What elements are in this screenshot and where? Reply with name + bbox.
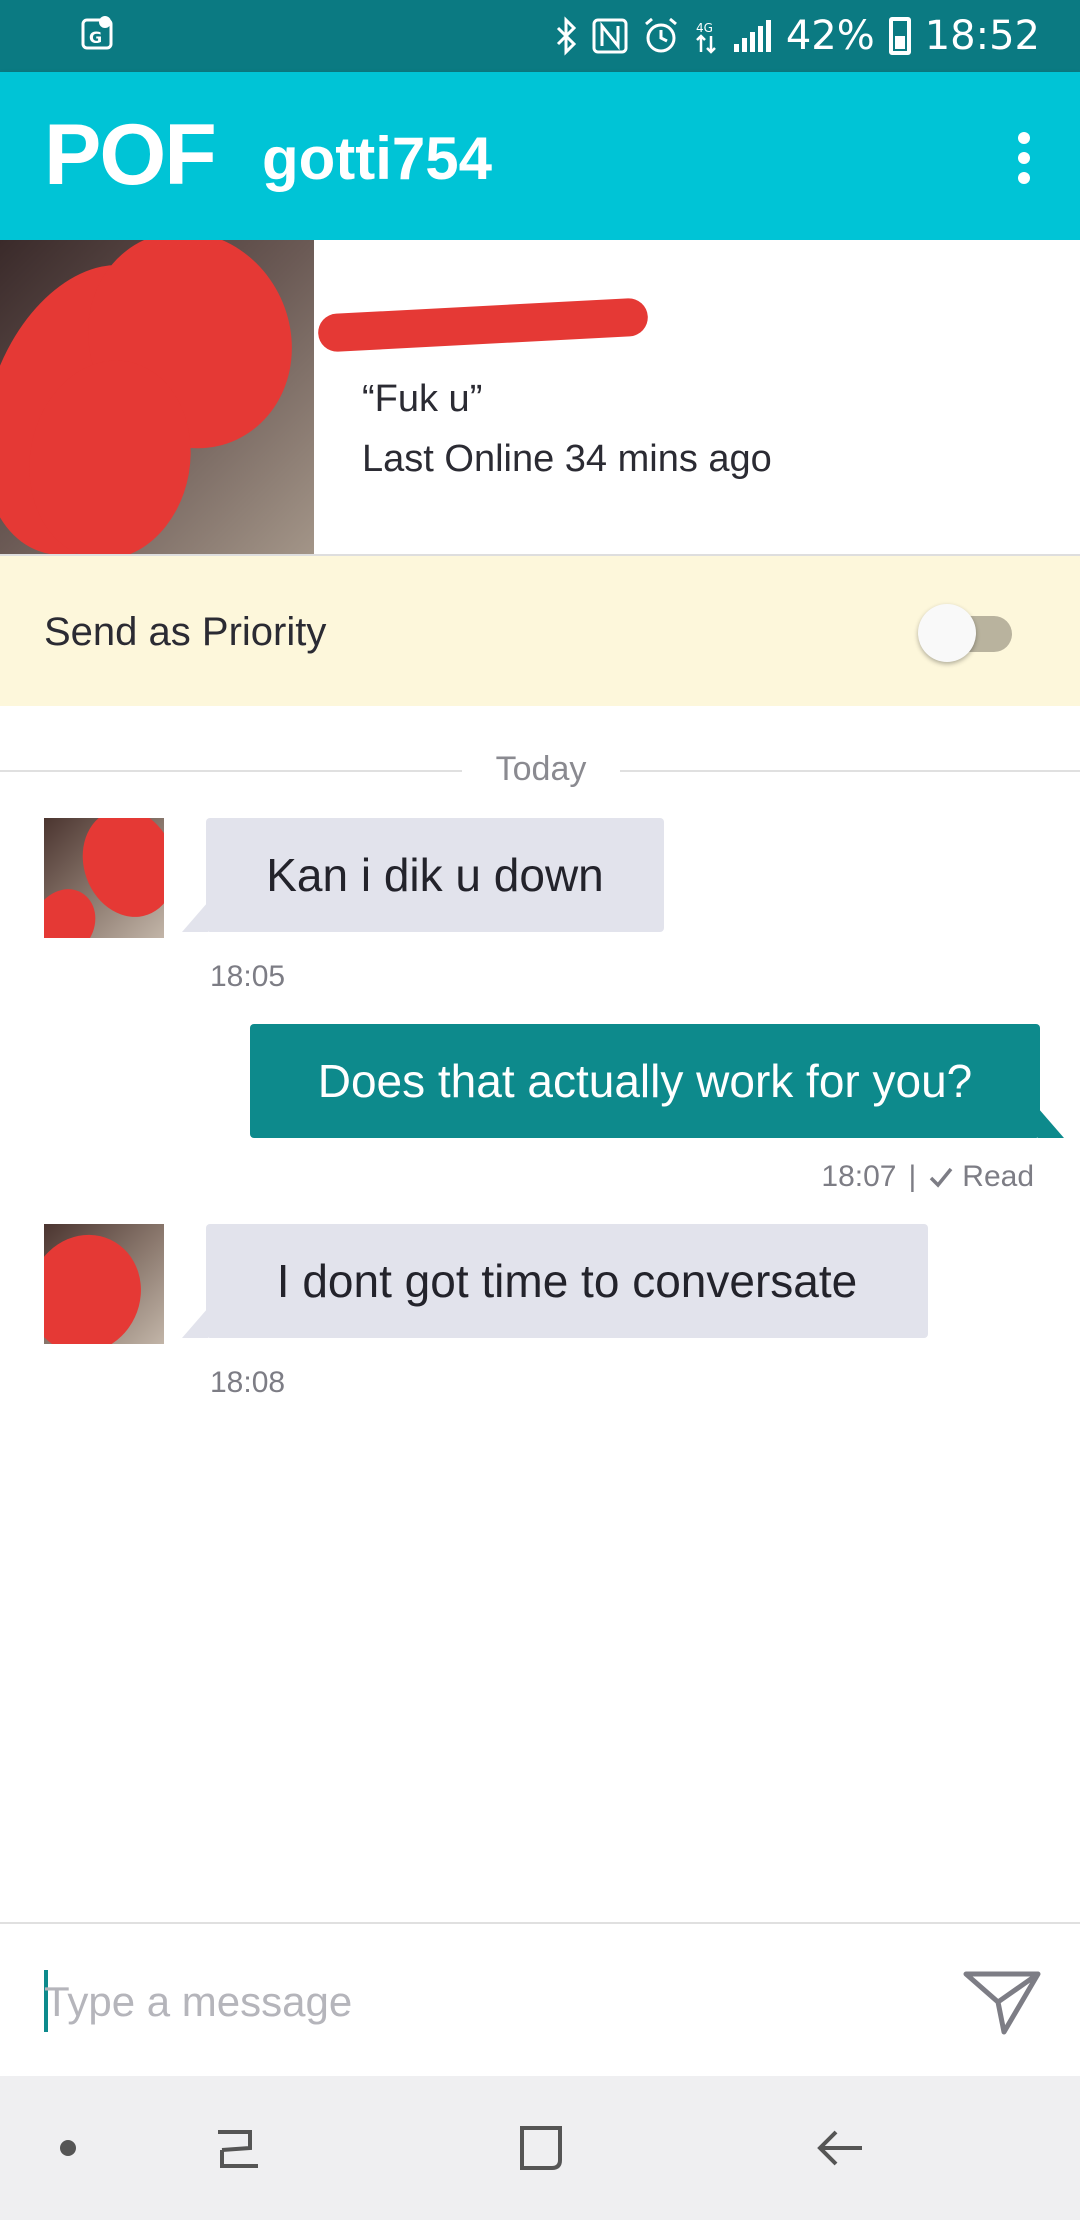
home-icon[interactable] [508,2116,572,2180]
clock: 18:52 [924,13,1040,59]
nav-dot-icon[interactable] [36,2116,100,2180]
profile-header[interactable]: “Fuk u” Last Online 34 mins ago [0,240,1080,556]
message-input[interactable] [44,1970,904,2034]
check-icon [930,1167,953,1188]
nfc-icon [592,18,628,54]
more-vert-icon[interactable] [1006,128,1042,188]
toggle-thumb [918,604,976,662]
date-divider: Today [0,740,1080,802]
profile-tagline: “Fuk u” [362,378,483,420]
read-receipt: 18:07 | Read [821,1160,1034,1194]
sender-avatar[interactable] [44,1224,164,1344]
read-status: Read [962,1160,1034,1193]
back-icon[interactable] [808,2116,872,2180]
message-composer [0,1922,1080,2076]
message-text: I dont got time to conversate [276,1255,858,1307]
message-time: 18:07 [821,1160,897,1193]
map-location-icon: G [81,16,113,50]
svg-text:G: G [89,28,102,47]
system-navigation-bar [0,2076,1080,2220]
profile-photo[interactable] [0,240,314,554]
message-time: 18:05 [210,960,286,993]
redacted-name [317,297,649,353]
message-text: Kan i dik u down [266,849,604,901]
bluetooth-icon [556,16,576,56]
message-bubble-outgoing[interactable]: Does that actually work for you? [250,1024,1064,1138]
message-bubble-incoming[interactable]: Kan i dik u down [182,818,664,932]
send-icon[interactable] [960,1968,1044,2038]
priority-toggle[interactable] [918,604,1012,662]
app-bar: POF gotti754 [0,72,1080,240]
battery-percent: 42% [785,13,875,59]
mobile-data-icon: 4G [696,21,716,54]
battery-icon [888,17,911,55]
app-logo[interactable]: POF [44,106,217,205]
conversation-username[interactable]: gotti754 [262,124,492,193]
recent-apps-icon[interactable] [206,2116,270,2180]
message-text: Does that actually work for you? [317,1055,973,1107]
status-bar: G 4G 42% 18:52 [0,0,1080,72]
signal-icon [733,20,771,52]
sender-avatar[interactable] [44,818,164,938]
send-as-priority-row: Send as Priority [0,556,1080,706]
alarm-icon [644,17,677,53]
message-bubble-incoming[interactable]: I dont got time to conversate [182,1224,928,1338]
receipt-separator: | [908,1160,917,1193]
svg-text:4G: 4G [696,21,713,35]
message-time: 18:08 [210,1366,286,1399]
last-online-status: Last Online 34 mins ago [362,438,772,480]
priority-label: Send as Priority [44,610,327,654]
date-divider-label: Today [495,750,587,788]
